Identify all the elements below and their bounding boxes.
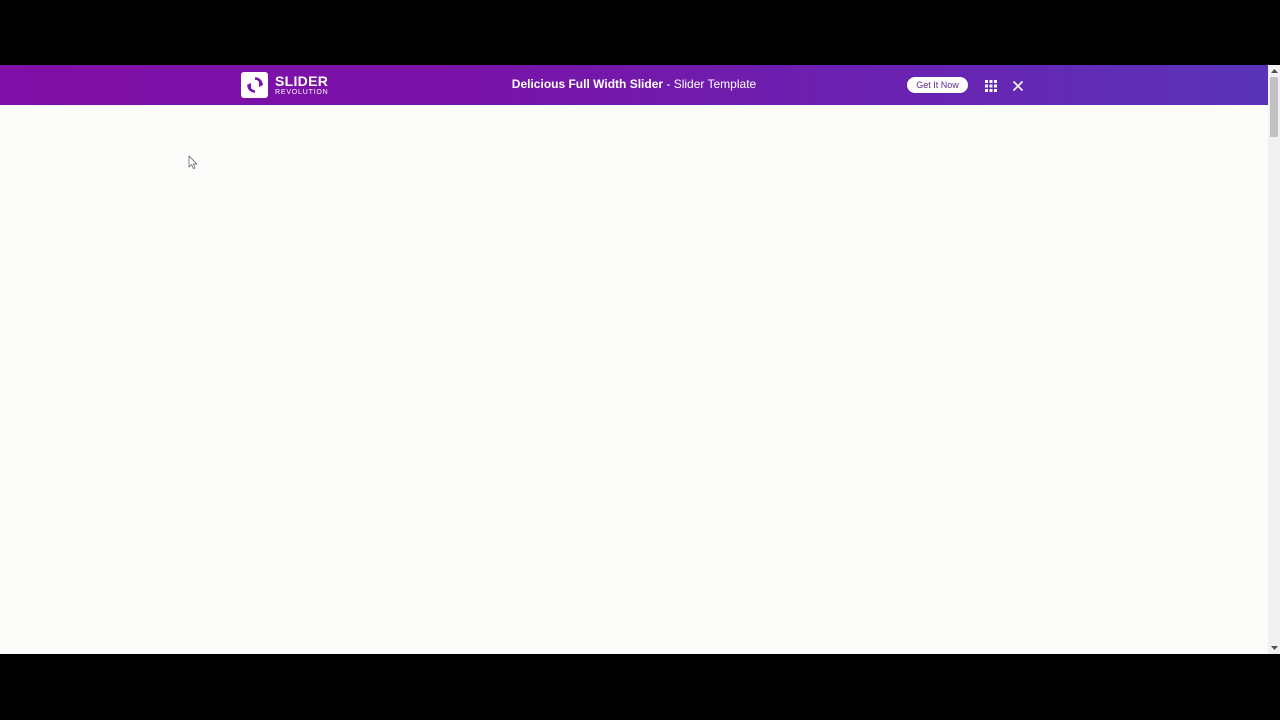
template-preview-bar: SLIDER REVOLUTION Delicious Full Width S… [0,65,1268,105]
browser-viewport: SLIDER REVOLUTION Delicious Full Width S… [0,65,1280,654]
letterbox-bottom [0,654,1280,720]
template-type: - Slider Template [663,77,757,91]
template-title: Delicious Full Width Slider - Slider Tem… [0,77,1268,91]
scrollbar-thumb[interactable] [1270,77,1278,137]
mouse-cursor-icon [188,155,198,170]
vertical-scrollbar[interactable] [1268,65,1280,654]
scroll-down-arrow-icon[interactable] [1268,642,1280,654]
grid-icon[interactable] [985,79,997,92]
template-name: Delicious Full Width Slider [511,77,664,91]
get-it-now-button[interactable]: Get It Now [907,77,968,93]
letterbox-top [0,0,1280,65]
close-icon[interactable] [1012,79,1024,92]
scroll-up-arrow-icon[interactable] [1268,65,1280,77]
